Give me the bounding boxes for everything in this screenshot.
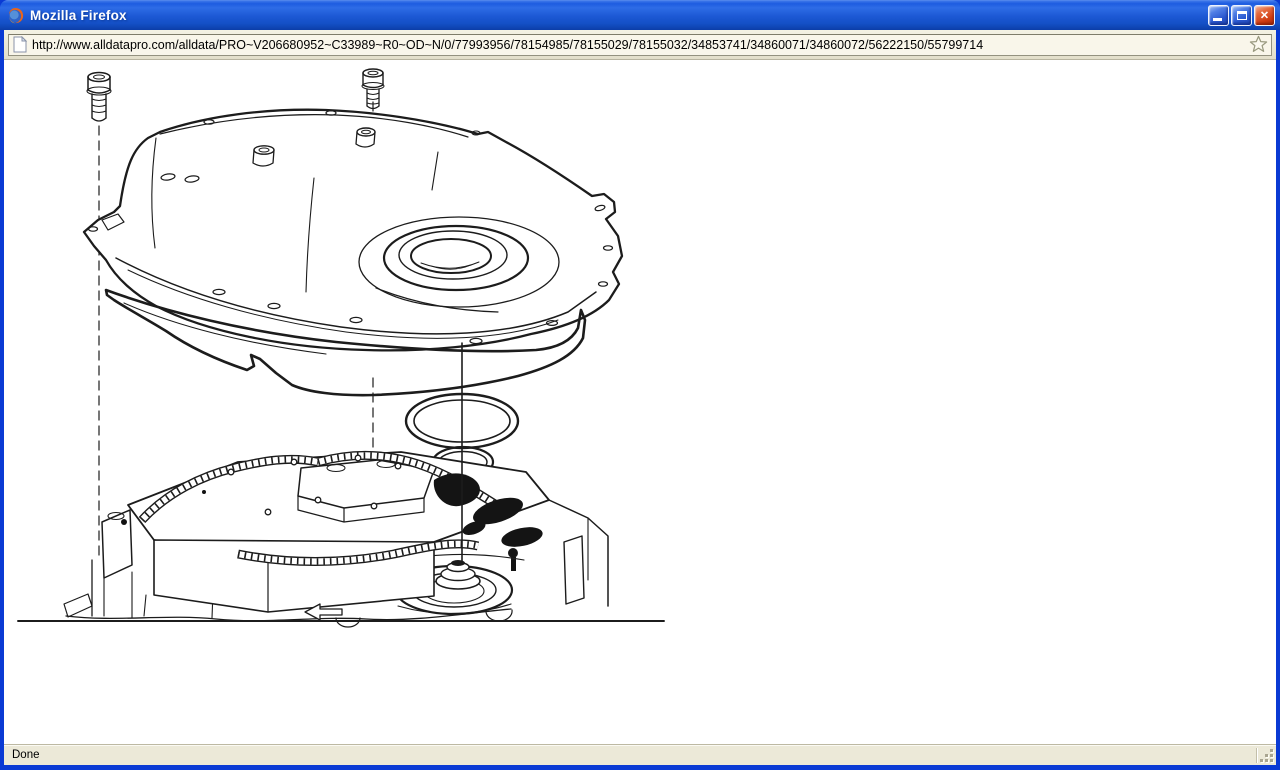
page-content (4, 60, 1276, 744)
maximize-button[interactable] (1231, 5, 1252, 26)
status-text: Done (12, 749, 40, 761)
window-body: http://www.alldatapro.com/alldata/PRO~V2… (4, 30, 1276, 765)
firefox-icon (7, 7, 24, 24)
url-text: http://www.alldatapro.com/alldata/PRO~V2… (32, 38, 1244, 52)
minimize-icon (1213, 18, 1222, 21)
transaxle-side-cover (84, 110, 622, 351)
minimize-button[interactable] (1208, 5, 1229, 26)
maximize-icon (1237, 11, 1247, 20)
window-title: Mozilla Firefox (30, 8, 127, 23)
bookmark-star-icon[interactable] (1249, 35, 1268, 54)
accumulator-piston (436, 560, 480, 589)
page-document-icon (13, 36, 27, 53)
resize-grip[interactable] (1257, 746, 1276, 765)
firefox-window: Mozilla Firefox × http://www.alldatapro.… (0, 0, 1280, 770)
status-bar: Done (4, 744, 1276, 765)
navigation-toolbar: http://www.alldatapro.com/alldata/PRO~V2… (4, 30, 1276, 60)
close-icon: × (1260, 8, 1268, 22)
exploded-parts-diagram (6, 60, 686, 690)
window-controls: × (1208, 5, 1275, 26)
left-mounting-bolt (87, 73, 111, 122)
title-bar: Mozilla Firefox × (0, 0, 1280, 30)
close-button[interactable]: × (1254, 5, 1275, 26)
url-bar[interactable]: http://www.alldatapro.com/alldata/PRO~V2… (8, 34, 1272, 56)
